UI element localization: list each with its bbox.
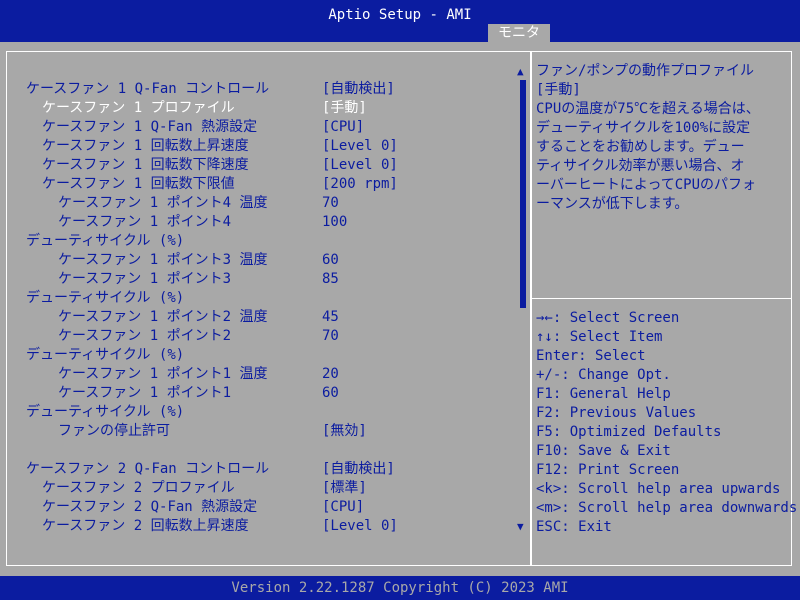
key-hint: →←: Select Screen bbox=[536, 310, 680, 326]
setting-row[interactable]: デューティサイクル (%) bbox=[0, 403, 520, 422]
setting-value[interactable]: [CPU] bbox=[322, 498, 364, 517]
setting-value[interactable]: 100 bbox=[322, 213, 347, 232]
setting-row[interactable]: ケースファン 1 ポイント4 100 bbox=[0, 213, 520, 232]
setting-row[interactable]: ケースファン 2 プロファイル [標準] bbox=[0, 479, 520, 498]
setting-row[interactable]: ファンの停止許可 [無効] bbox=[0, 422, 520, 441]
setting-row[interactable]: ケースファン 1 プロファイル [手動] bbox=[0, 99, 520, 118]
key-hint: Enter: Select bbox=[536, 348, 646, 364]
setting-value[interactable]: [Level 0] bbox=[322, 156, 398, 175]
key-hint: F1: General Help bbox=[536, 386, 671, 402]
setting-row[interactable]: ケースファン 1 回転数下限値 [200 rpm] bbox=[0, 175, 520, 194]
setting-label: ケースファン 2 Q-Fan コントロール bbox=[26, 461, 270, 477]
setting-label: ケースファン 1 ポイント4 bbox=[58, 214, 232, 230]
setting-row[interactable]: ケースファン 1 Q-Fan 熱源設定 [CPU] bbox=[0, 118, 520, 137]
setting-row[interactable]: ケースファン 1 ポイント2 温度 45 bbox=[0, 308, 520, 327]
help-line: [手動] bbox=[536, 82, 581, 98]
setting-value[interactable]: [自動検出] bbox=[322, 460, 395, 479]
setting-value[interactable]: 45 bbox=[322, 308, 339, 327]
setting-value[interactable]: [標準] bbox=[322, 479, 367, 498]
help-line: ーマンスが低下します。 bbox=[536, 196, 689, 212]
key-hint: F12: Print Screen bbox=[536, 462, 680, 478]
setting-value[interactable]: [自動検出] bbox=[322, 80, 395, 99]
settings-list: ケースファン 1 Q-Fan コントロール [自動検出] ケースファン 1 プロファ… bbox=[0, 80, 520, 536]
setting-label: ケースファン 1 Q-Fan コントロール bbox=[26, 81, 270, 97]
help-line: ーバーヒートによってCPUのパフォ bbox=[536, 177, 757, 193]
setting-label: ケースファン 1 ポイント3 温度 bbox=[58, 252, 268, 268]
setting-value[interactable]: 60 bbox=[322, 384, 339, 403]
setting-value[interactable]: [CPU] bbox=[322, 118, 364, 137]
help-line: することをお勧めします。デュー bbox=[536, 139, 745, 155]
key-hint: <m>: Scroll help area downwards bbox=[536, 500, 798, 516]
setting-label: ケースファン 1 ポイント1 bbox=[58, 385, 232, 401]
footer-bar: Version 2.22.1287 Copyright (C) 2023 AMI bbox=[0, 576, 800, 600]
key-hint: <k>: Scroll help area upwards bbox=[536, 481, 781, 497]
setting-label: ケースファン 1 回転数下降速度 bbox=[42, 157, 249, 173]
key-hint: ↑↓: Select Item bbox=[536, 329, 663, 345]
key-hint: F10: Save & Exit bbox=[536, 443, 671, 459]
key-hint: +/-: Change Opt. bbox=[536, 367, 671, 383]
setting-value[interactable]: 60 bbox=[322, 251, 339, 270]
setting-label: デューティサイクル (%) bbox=[26, 233, 185, 249]
panel-divider-vertical bbox=[530, 51, 532, 566]
setting-value[interactable]: 85 bbox=[322, 270, 339, 289]
setting-label: ケースファン 1 ポイント4 温度 bbox=[58, 195, 268, 211]
setting-label: ケースファン 2 プロファイル bbox=[42, 480, 235, 496]
key-hint: F5: Optimized Defaults bbox=[536, 424, 722, 440]
help-line: ファン/ポンプの動作プロファイル bbox=[536, 63, 755, 79]
help-text-area: ファン/ポンプの動作プロファイル [手動] CPUの温度が75℃を超える場合は、 デュ… bbox=[536, 62, 790, 214]
setting-row[interactable]: ケースファン 1 回転数下降速度 [Level 0] bbox=[0, 156, 520, 175]
scroll-down-icon[interactable]: ▼ bbox=[517, 521, 524, 533]
setting-label: ケースファン 2 Q-Fan 熱源設定 bbox=[42, 499, 258, 515]
setting-value[interactable]: [無効] bbox=[322, 422, 367, 441]
setting-label: ケースファン 1 回転数上昇速度 bbox=[42, 138, 249, 154]
setting-row[interactable]: ケースファン 1 ポイント1 温度 20 bbox=[0, 365, 520, 384]
setting-row[interactable] bbox=[0, 441, 520, 460]
setting-label: ケースファン 1 プロファイル bbox=[42, 100, 235, 116]
setting-row[interactable]: ケースファン 2 Q-Fan コントロール [自動検出] bbox=[0, 460, 520, 479]
setting-label: ケースファン 1 ポイント1 温度 bbox=[58, 366, 268, 382]
scroll-up-icon[interactable]: ▲ bbox=[517, 66, 524, 78]
setting-label: ケースファン 2 回転数上昇速度 bbox=[42, 518, 249, 534]
setting-label: デューティサイクル (%) bbox=[26, 404, 185, 420]
key-legend: →←: Select Screen ↑↓: Select Item Enter: S… bbox=[536, 309, 798, 537]
setting-value[interactable]: [Level 0] bbox=[322, 517, 398, 536]
help-line: デューティサイクルを100%に設定 bbox=[536, 120, 751, 136]
app-title: Aptio Setup - AMI bbox=[328, 7, 472, 23]
key-hint: ESC: Exit bbox=[536, 519, 612, 535]
tab-monitor[interactable]: モニタ bbox=[488, 24, 550, 42]
setting-value[interactable]: 70 bbox=[322, 327, 339, 346]
version-text: Version 2.22.1287 Copyright (C) 2023 AMI bbox=[231, 580, 569, 596]
setting-label: ケースファン 1 ポイント3 bbox=[58, 271, 232, 287]
panel-divider-horizontal bbox=[532, 298, 792, 299]
setting-value[interactable]: 70 bbox=[322, 194, 339, 213]
setting-row[interactable]: ケースファン 1 ポイント4 温度 70 bbox=[0, 194, 520, 213]
scrollbar-thumb[interactable] bbox=[520, 80, 526, 308]
key-hint: F2: Previous Values bbox=[536, 405, 697, 421]
setting-label: ケースファン 1 Q-Fan 熱源設定 bbox=[42, 119, 258, 135]
setting-value[interactable]: [Level 0] bbox=[322, 137, 398, 156]
setting-row[interactable]: ケースファン 2 Q-Fan 熱源設定 [CPU] bbox=[0, 498, 520, 517]
setting-row[interactable]: ケースファン 1 ポイント1 60 bbox=[0, 384, 520, 403]
setting-label: デューティサイクル (%) bbox=[26, 290, 185, 306]
setting-row[interactable]: ケースファン 2 回転数上昇速度 [Level 0] bbox=[0, 517, 520, 536]
setting-row[interactable]: ケースファン 1 Q-Fan コントロール [自動検出] bbox=[0, 80, 520, 99]
setting-row[interactable]: デューティサイクル (%) bbox=[0, 232, 520, 251]
setting-value[interactable]: 20 bbox=[322, 365, 339, 384]
setting-row[interactable]: ケースファン 1 ポイント3 温度 60 bbox=[0, 251, 520, 270]
setting-label: ケースファン 1 ポイント2 温度 bbox=[58, 309, 268, 325]
setting-label: ファンの停止許可 bbox=[58, 423, 170, 439]
setting-row[interactable]: デューティサイクル (%) bbox=[0, 289, 520, 308]
help-line: ティサイクル効率が悪い場合、オ bbox=[536, 158, 745, 174]
setting-row[interactable]: ケースファン 1 ポイント3 85 bbox=[0, 270, 520, 289]
setting-row[interactable]: ケースファン 1 ポイント2 70 bbox=[0, 327, 520, 346]
help-line: CPUの温度が75℃を超える場合は、 bbox=[536, 101, 760, 117]
setting-value[interactable]: [200 rpm] bbox=[322, 175, 398, 194]
setting-row[interactable]: デューティサイクル (%) bbox=[0, 346, 520, 365]
setting-value[interactable]: [手動] bbox=[322, 99, 367, 118]
setting-label: デューティサイクル (%) bbox=[26, 347, 185, 363]
title-bar: Aptio Setup - AMI モニタ bbox=[0, 0, 800, 42]
setting-label: ケースファン 1 ポイント2 bbox=[58, 328, 232, 344]
setting-label: ケースファン 1 回転数下限値 bbox=[42, 176, 235, 192]
setting-row[interactable]: ケースファン 1 回転数上昇速度 [Level 0] bbox=[0, 137, 520, 156]
